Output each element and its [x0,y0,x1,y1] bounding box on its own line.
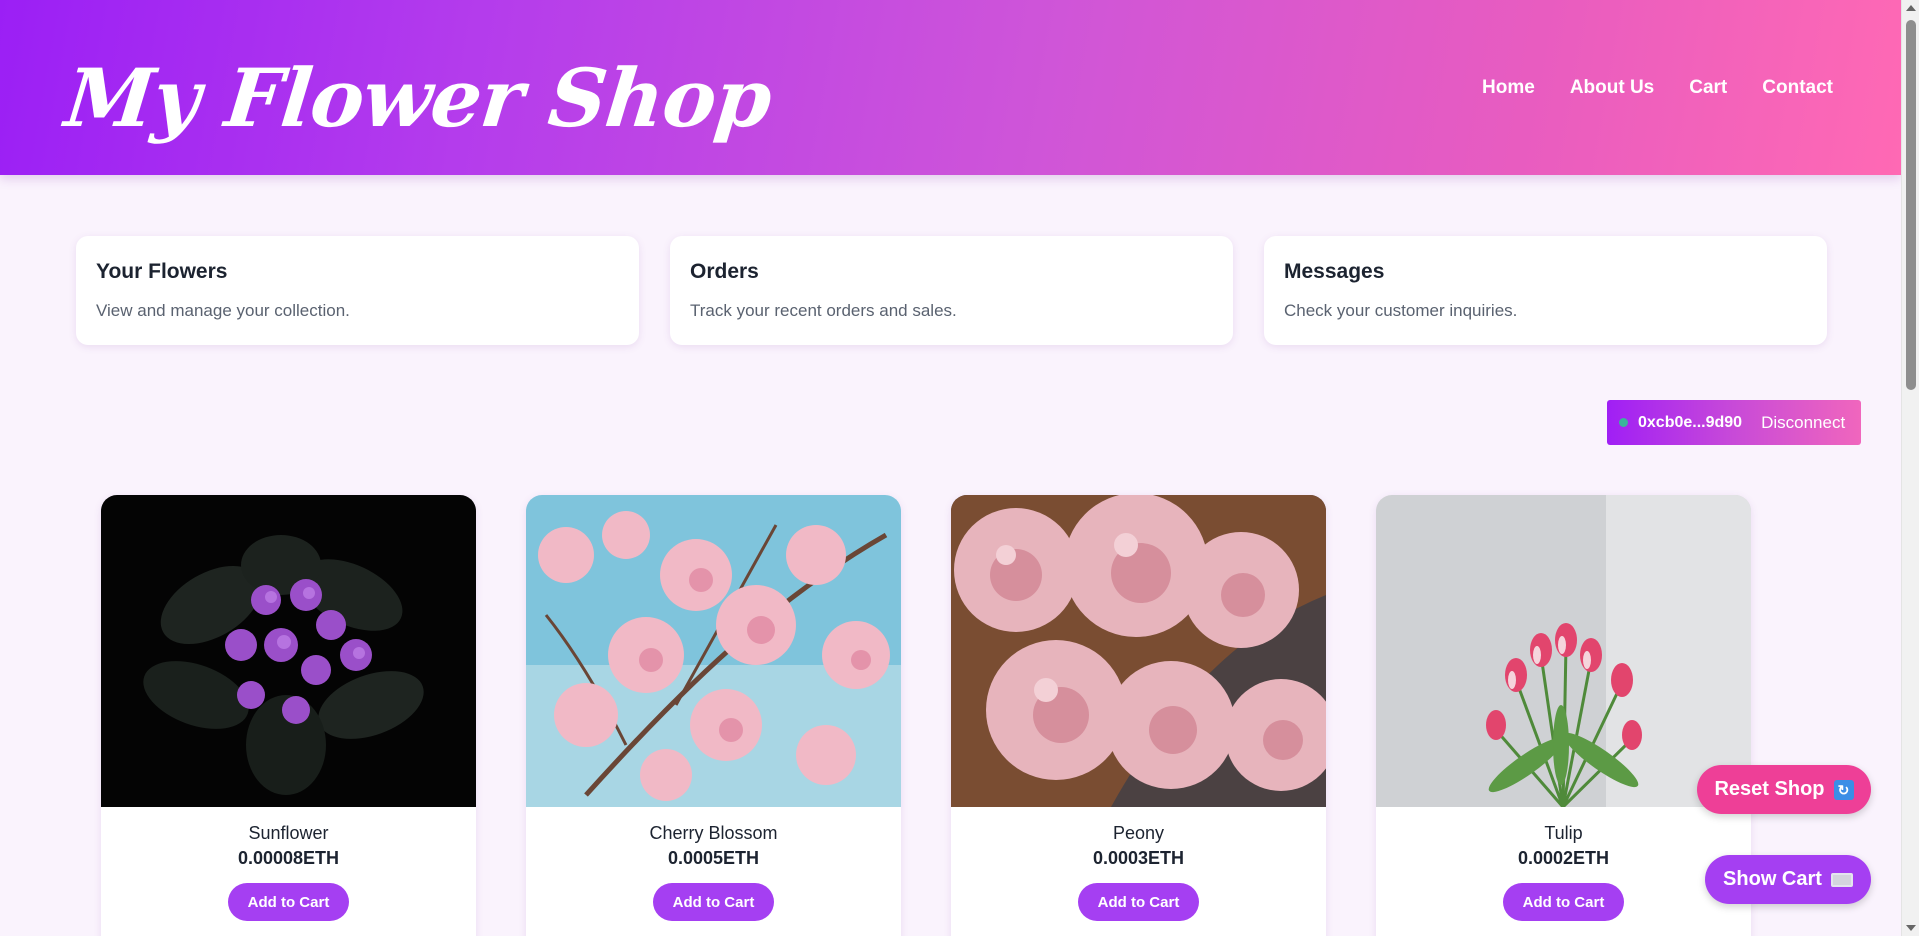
add-to-cart-button[interactable]: Add to Cart [227,883,350,921]
reset-shop-button[interactable]: Reset Shop ↻ [1697,765,1871,814]
product-grid: Sunflower 0.00008ETH Add to Cart Cherry … [101,495,1751,936]
card-messages[interactable]: Messages Check your customer inquiries. [1264,236,1827,345]
page-scrollbar[interactable] [1901,0,1919,936]
add-to-cart-button[interactable]: Add to Cart [652,883,775,921]
product-image-african-violet [101,495,476,807]
product-info: Cherry Blossom 0.0005ETH Add to Cart [526,807,901,921]
product-card: Sunflower 0.00008ETH Add to Cart [101,495,476,936]
nav-about-us[interactable]: About Us [1570,77,1654,99]
product-name: Sunflower [248,823,329,843]
wallet-status: 0xcb0e...9d90 Disconnect [1607,400,1861,445]
scroll-down-arrow-icon[interactable] [1906,925,1916,931]
product-info: Tulip 0.0002ETH Add to Cart [1376,807,1751,921]
card-description: View and manage your collection. [96,301,350,320]
shop-logo[interactable]: My Flower Shop [61,51,775,145]
product-price: 0.0003ETH [1092,848,1185,868]
product-price: 0.0002ETH [1517,848,1610,868]
refresh-icon: ↻ [1833,779,1854,800]
main-nav: Home About Us Cart Contact [1482,77,1833,99]
page: My Flower Shop Home About Us Cart Contac… [0,0,1901,936]
product-image-tulip [1376,495,1751,807]
card-orders[interactable]: Orders Track your recent orders and sale… [670,236,1233,345]
wallet-address: 0xcb0e...9d90 [1638,413,1743,431]
product-price: 0.0005ETH [667,848,760,868]
nav-home[interactable]: Home [1482,77,1535,99]
add-to-cart-button[interactable]: Add to Cart [1077,883,1200,921]
product-name: Peony [1112,823,1165,843]
product-price: 0.00008ETH [237,848,340,868]
product-info: Sunflower 0.00008ETH Add to Cart [101,807,476,921]
card-title: Messages [1284,260,1385,283]
add-to-cart-button[interactable]: Add to Cart [1502,883,1625,921]
product-card: Cherry Blossom 0.0005ETH Add to Cart [526,495,901,936]
nav-contact[interactable]: Contact [1762,77,1833,99]
product-name: Tulip [1544,823,1583,843]
disconnect-button[interactable]: Disconnect [1761,413,1845,433]
card-your-flowers[interactable]: Your Flowers View and manage your collec… [76,236,639,345]
nav-cart[interactable]: Cart [1689,77,1727,99]
card-title: Orders [690,260,759,283]
show-cart-label: Show Cart [1723,868,1822,890]
product-card: Tulip 0.0002ETH Add to Cart [1376,495,1751,936]
dashboard-cards: Your Flowers View and manage your collec… [76,236,1827,345]
card-title: Your Flowers [96,260,228,283]
product-name: Cherry Blossom [649,823,778,843]
product-image-cherry-blossom [526,495,901,807]
keyboard-icon [1830,872,1853,887]
show-cart-button[interactable]: Show Cart [1705,855,1871,904]
connection-status-icon [1619,418,1628,427]
product-info: Peony 0.0003ETH Add to Cart [951,807,1326,921]
scroll-thumb[interactable] [1906,20,1916,390]
scroll-up-arrow-icon[interactable] [1906,5,1916,11]
card-description: Check your customer inquiries. [1284,301,1518,320]
site-header: My Flower Shop Home About Us Cart Contac… [0,0,1901,175]
product-card: Peony 0.0003ETH Add to Cart [951,495,1326,936]
product-image-peony [951,495,1326,807]
reset-shop-label: Reset Shop [1714,778,1825,800]
card-description: Track your recent orders and sales. [690,301,957,320]
